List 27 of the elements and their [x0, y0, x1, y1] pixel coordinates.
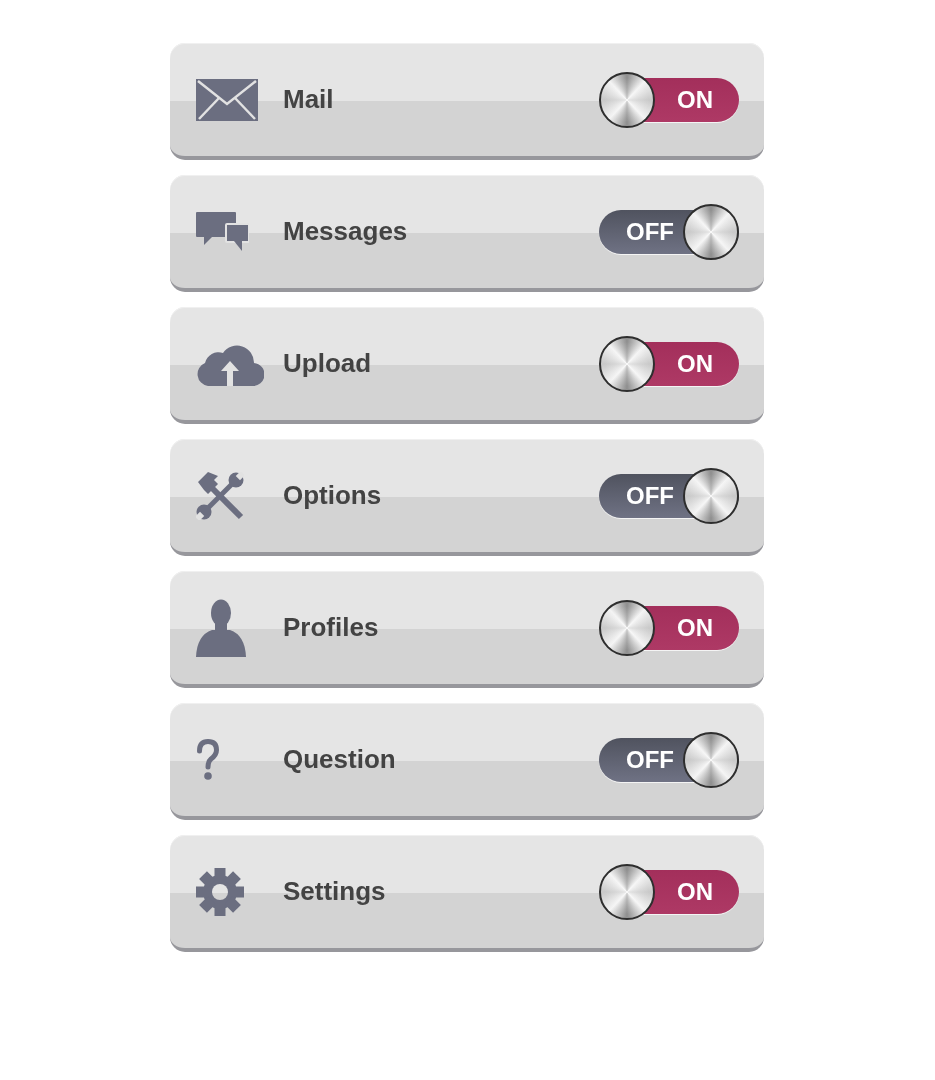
- toggle-switch[interactable]: ON: [599, 335, 739, 392]
- setting-label: Question: [283, 744, 396, 775]
- setting-label: Upload: [283, 348, 372, 379]
- toggle-switch[interactable]: ON: [599, 599, 739, 656]
- toggle-knob[interactable]: [683, 731, 739, 788]
- toggle-knob[interactable]: [599, 335, 655, 392]
- setting-label: Settings: [283, 876, 386, 907]
- setting-label: Messages: [283, 216, 408, 247]
- envelope-icon: [196, 78, 258, 121]
- toggle-knob[interactable]: [599, 599, 655, 656]
- toggle-switch[interactable]: OFF: [599, 467, 739, 524]
- toggle-knob[interactable]: [599, 863, 655, 920]
- speech-bubbles-icon: [196, 212, 249, 251]
- setting-label: Options: [283, 480, 382, 511]
- setting-label: Profiles: [283, 612, 379, 643]
- person-icon: [196, 598, 246, 657]
- setting-label: Mail: [283, 84, 334, 115]
- toggle-knob[interactable]: [599, 71, 655, 128]
- toggle-switch[interactable]: ON: [599, 71, 739, 128]
- question-mark-icon: [196, 738, 220, 781]
- toggle-knob[interactable]: [683, 467, 739, 524]
- toggle-switch[interactable]: ON: [599, 863, 739, 920]
- gear-icon: [196, 867, 244, 916]
- toggle-switch[interactable]: OFF: [599, 731, 739, 788]
- toggle-switch[interactable]: OFF: [599, 203, 739, 260]
- hammer-wrench-icon: [196, 471, 244, 520]
- toggle-knob[interactable]: [683, 203, 739, 260]
